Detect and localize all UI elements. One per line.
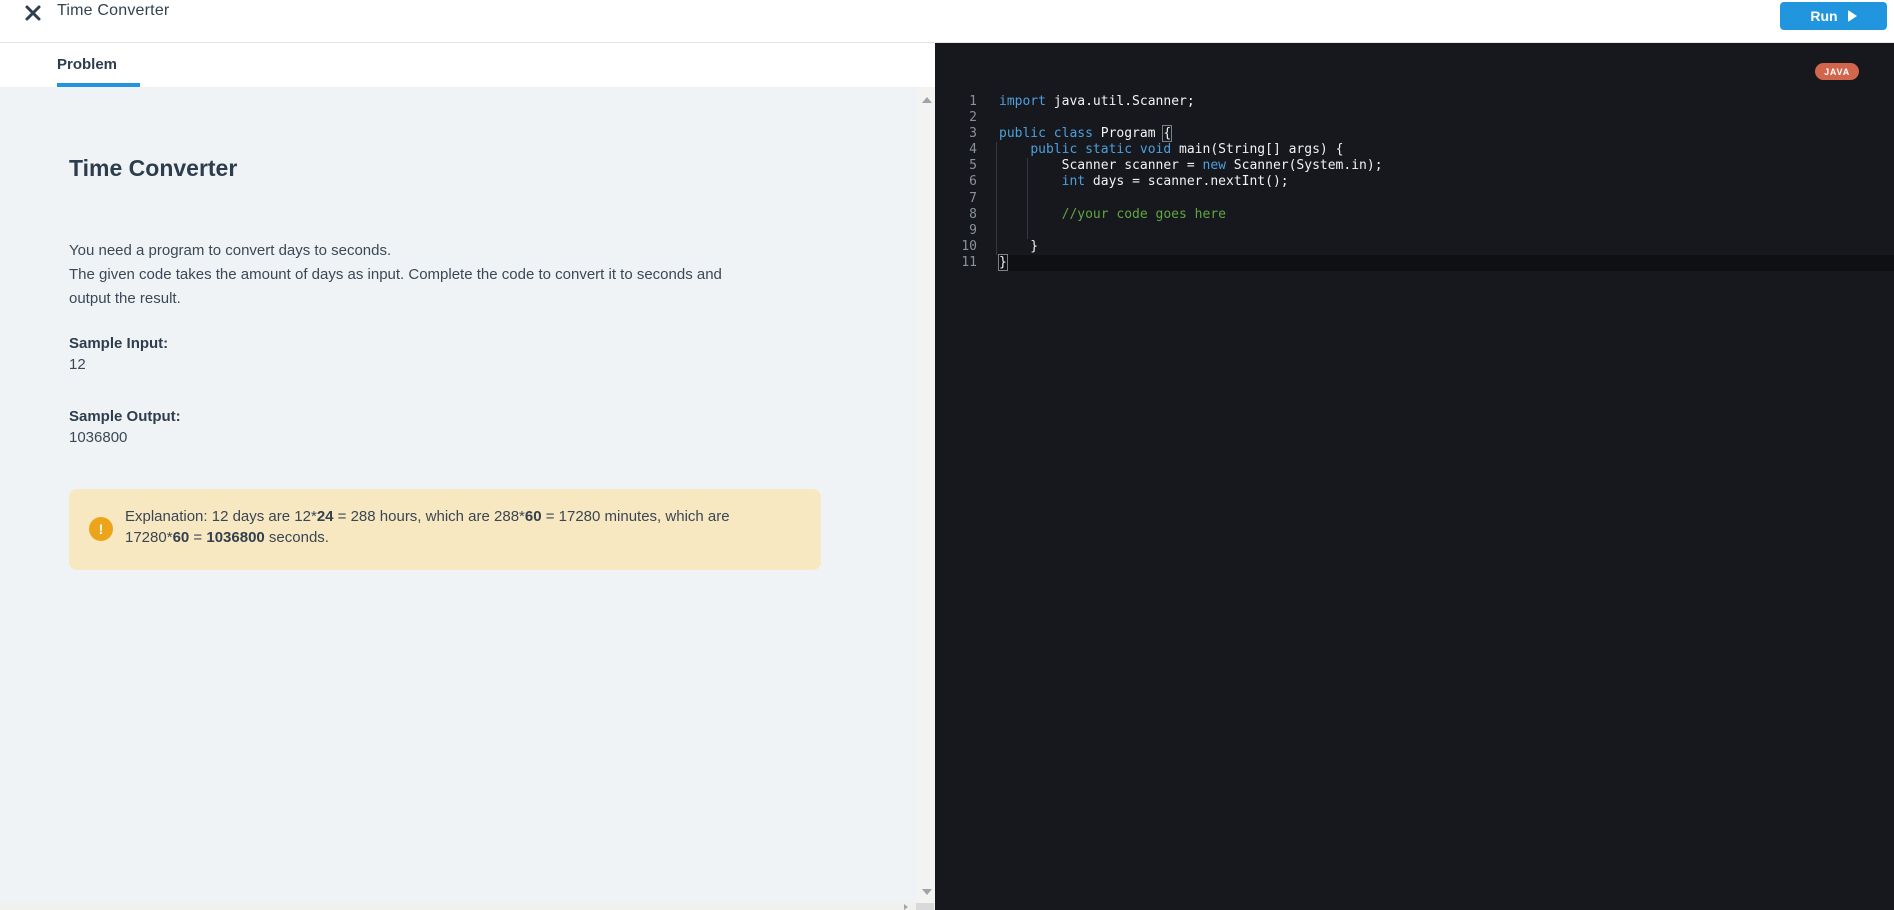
- code-line: 6 int days = scanner.nextInt();: [935, 174, 1894, 190]
- line-number: 3: [935, 126, 977, 142]
- code-line: 5 Scanner scanner = new Scanner(System.i…: [935, 158, 1894, 174]
- scroll-up-icon[interactable]: [922, 97, 932, 103]
- code-editor-panel: JAVA 1 import java.util.Scanner; 23 public …: [935, 43, 1894, 910]
- page-title: Time Converter: [57, 2, 169, 20]
- line-number: 6: [935, 174, 977, 190]
- line-number: 7: [935, 191, 977, 207]
- code-line: 10 }: [935, 239, 1894, 255]
- line-number: 5: [935, 158, 977, 174]
- horizontal-scrollbar[interactable]: [0, 903, 918, 910]
- sample-output-value: 1036800: [69, 429, 127, 446]
- problem-description: You need a program to convert days to se…: [69, 239, 829, 311]
- code-text: }: [999, 239, 1894, 255]
- language-badge: JAVA: [1815, 63, 1859, 80]
- sample-input-label: Sample Input:: [69, 335, 168, 352]
- code-line: 2: [935, 110, 1894, 126]
- run-button[interactable]: Run: [1780, 2, 1887, 30]
- code-text: int days = scanner.nextInt();: [999, 174, 1894, 190]
- text-line: output the result.: [69, 287, 829, 311]
- line-number: 11: [935, 255, 977, 271]
- code-text: public class Program {: [999, 126, 1894, 142]
- close-icon: [24, 4, 42, 22]
- problem-title: Time Converter: [69, 155, 237, 182]
- exclamation-icon: !: [89, 517, 113, 541]
- tab-problem[interactable]: Problem: [57, 43, 140, 87]
- line-number: 1: [935, 94, 977, 110]
- run-button-label: Run: [1810, 8, 1837, 24]
- explanation-callout: ! Explanation: 12 days are 12*24 = 288 h…: [69, 489, 821, 570]
- line-number: 2: [935, 110, 977, 126]
- code-text: //your code goes here: [999, 207, 1894, 223]
- problem-panel: Problem Time Converter You need a progra…: [0, 43, 935, 910]
- code-editor[interactable]: 1 import java.util.Scanner; 23 public class…: [935, 94, 1894, 271]
- play-icon: [1848, 10, 1857, 22]
- code-line: 8 //your code goes here: [935, 207, 1894, 223]
- code-text: }: [999, 255, 1894, 271]
- text-line: You need a program to convert days to se…: [69, 239, 829, 263]
- scroll-down-icon[interactable]: [922, 889, 932, 895]
- code-line: 1 import java.util.Scanner;: [935, 94, 1894, 110]
- code-text: [999, 191, 1894, 207]
- scrollbar-corner: [916, 903, 934, 910]
- line-number: 4: [935, 142, 977, 158]
- code-line: 3 public class Program {: [935, 126, 1894, 142]
- sample-input-value: 12: [69, 356, 86, 373]
- sample-output-label: Sample Output:: [69, 408, 181, 425]
- code-line: 4 public static void main(String[] args)…: [935, 142, 1894, 158]
- line-number: 8: [935, 207, 977, 223]
- code-text: import java.util.Scanner;: [999, 94, 1894, 110]
- vertical-scrollbar[interactable]: [918, 87, 935, 903]
- explanation-text: Explanation: 12 days are 12*24 = 288 hou…: [125, 506, 797, 548]
- line-number: 10: [935, 239, 977, 255]
- code-text: [999, 110, 1894, 126]
- close-button[interactable]: [24, 4, 42, 22]
- text-line: The given code takes the amount of days …: [69, 263, 829, 287]
- code-text: Scanner scanner = new Scanner(System.in)…: [999, 158, 1894, 174]
- scroll-right-icon[interactable]: [904, 904, 908, 910]
- code-line: 7: [935, 191, 1894, 207]
- code-text: [999, 223, 1894, 239]
- code-line: 9: [935, 223, 1894, 239]
- code-line: 11}: [935, 255, 1894, 271]
- code-text: public static void main(String[] args) {: [999, 142, 1894, 158]
- line-number: 9: [935, 223, 977, 239]
- top-header: Time Converter Run: [0, 0, 1894, 43]
- tab-bar: Problem: [0, 43, 935, 87]
